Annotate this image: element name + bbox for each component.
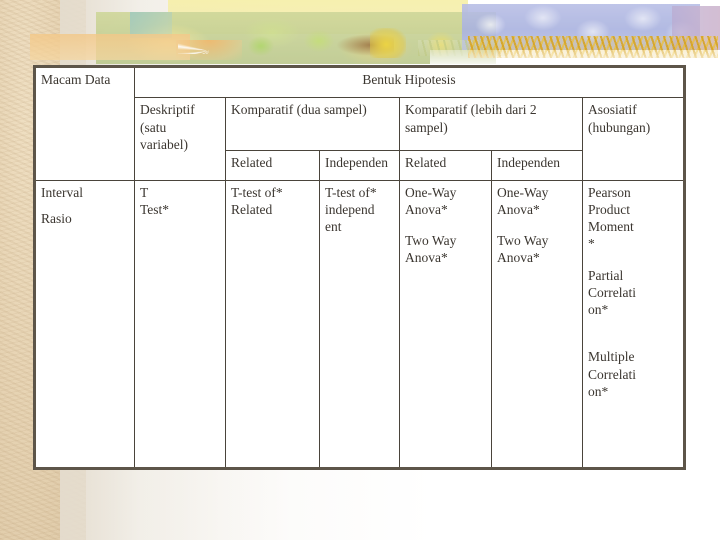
cell-asosiatif-line-6: Partial	[588, 267, 624, 283]
cell-asosiatif-line-3: Moment	[588, 219, 634, 235]
header-cell-bentuk-hipotesis: Bentuk Hipotesis	[134, 65, 685, 99]
cell-deskriptif-line-1: T	[140, 184, 149, 200]
banner-white-starburst-flower-icon	[178, 14, 240, 54]
cell-asosiatif-line-8: on*	[588, 302, 609, 318]
cell-deskriptif-line-2: Test*	[140, 201, 170, 217]
row-label-line-rasio: Rasio	[41, 210, 72, 226]
cell-banyak-related-line-1: One-Way	[405, 184, 457, 200]
cell-komparatif-dua-independen: T-test of* independ ent	[319, 179, 400, 470]
header-dua-related-label: Related	[231, 154, 273, 170]
cell-banyak-independen-gap	[497, 218, 577, 232]
header-asosiatif-line-2: (hubungan)	[588, 119, 651, 135]
header-deskriptif-line-3: variabel)	[140, 136, 188, 152]
cell-banyak-independen-line-4: Two Way	[497, 233, 549, 249]
cell-asosiatif-gap-2	[588, 318, 678, 348]
header-komparatif-dua-line-1: Komparatif (dua sampel)	[231, 102, 367, 118]
statistical-test-matrix-wrapper: Macam Data Bentuk Hipotesis Deskriptif (…	[33, 65, 686, 470]
header-cell-deskriptif: Deskriptif (satu variabel)	[134, 97, 226, 181]
cell-dua-independen-line-3: ent	[325, 219, 342, 235]
cell-banyak-related-gap	[405, 218, 486, 232]
header-bentuk-hipotesis-label: Bentuk Hipotesis	[362, 72, 456, 87]
header-banyak-related-label: Related	[405, 154, 447, 170]
table-header-row-1: Macam Data Bentuk Hipotesis	[34, 65, 685, 181]
row-label-interval-rasio: Interval Rasio	[34, 179, 135, 470]
header-macam-data-label: Macam Data	[41, 72, 111, 87]
cell-banyak-related-line-4: Two Way	[405, 233, 457, 249]
cell-asosiatif-line-13: on*	[588, 383, 609, 399]
banner-bottom-white-fade	[430, 50, 720, 66]
banner-green-leaf-shape-1	[248, 36, 274, 56]
cell-banyak-independen-line-5: Anova*	[497, 250, 540, 266]
cell-komparatif-banyak-related: One-Way Anova* Two Way Anova*	[399, 179, 492, 470]
cell-dua-independen-line-1: T-test of*	[325, 184, 377, 200]
header-cell-macam-data: Macam Data	[34, 66, 135, 181]
cell-komparatif-banyak-independen: One-Way Anova* Two Way Anova*	[491, 179, 583, 470]
banner-tan-band-shape	[30, 34, 190, 60]
cell-dua-related-line-2: Related	[231, 201, 273, 217]
header-asosiatif-line-1: Asosiatif	[588, 102, 637, 118]
header-banyak-independen-label: Independen	[497, 154, 560, 170]
cell-asosiatif-line-7: Correlati	[588, 284, 636, 300]
header-cell-banyak-related: Related	[399, 149, 492, 181]
cell-asosiatif-correlations: Pearson Product Moment * Partial Correla…	[582, 179, 685, 470]
header-deskriptif-line-2: (satu	[140, 119, 167, 135]
cell-asosiatif-line-2: Product	[588, 201, 630, 217]
header-cell-banyak-independen: Independen	[491, 149, 583, 181]
header-deskriptif-line-1: Deskriptif	[140, 102, 195, 118]
cell-asosiatif-line-12: Correlati	[588, 366, 636, 382]
header-cell-dua-related: Related	[225, 149, 320, 181]
decorative-floral-banner	[0, 0, 720, 66]
table-row: Interval Rasio T Test* T-test of* Relate…	[34, 179, 685, 470]
header-cell-komparatif-dua-sampel: Komparatif (dua sampel)	[225, 97, 400, 151]
header-cell-dua-independen: Independen	[319, 149, 400, 181]
cell-banyak-related-line-2: Anova*	[405, 201, 448, 217]
header-komparatif-banyak-line-1: Komparatif (lebih dari 2	[405, 102, 537, 118]
cell-komparatif-dua-related: T-test of* Related	[225, 179, 320, 470]
cell-banyak-independen-line-1: One-Way	[497, 184, 549, 200]
row-label-line-interval: Interval	[41, 184, 83, 200]
cell-asosiatif-line-11: Multiple	[588, 349, 635, 365]
cell-banyak-independen-line-2: Anova*	[497, 201, 540, 217]
cell-dua-related-line-1: T-test of*	[231, 184, 283, 200]
statistical-test-selection-matrix: Macam Data Bentuk Hipotesis Deskriptif (…	[33, 65, 686, 470]
banner-green-leaf-shape-2	[304, 30, 334, 52]
cell-asosiatif-gap-1	[588, 253, 678, 267]
cell-deskriptif-t-test: T Test*	[134, 179, 226, 470]
header-dua-independen-label: Independen	[325, 154, 388, 170]
cell-asosiatif-line-4: *	[588, 236, 595, 252]
header-cell-asosiatif: Asosiatif (hubungan)	[582, 97, 685, 181]
cell-banyak-related-line-5: Anova*	[405, 250, 448, 266]
cell-dua-independen-line-2: independ	[325, 201, 375, 217]
cell-asosiatif-line-1: Pearson	[588, 184, 631, 200]
slide-canvas: Macam Data Bentuk Hipotesis Deskriptif (…	[0, 0, 720, 540]
header-cell-komparatif-lebih-dari-2-sampel: Komparatif (lebih dari 2 sampel)	[399, 97, 583, 151]
header-komparatif-banyak-line-2: sampel)	[405, 119, 448, 135]
banner-yellow-pear-shape-1	[370, 28, 406, 58]
